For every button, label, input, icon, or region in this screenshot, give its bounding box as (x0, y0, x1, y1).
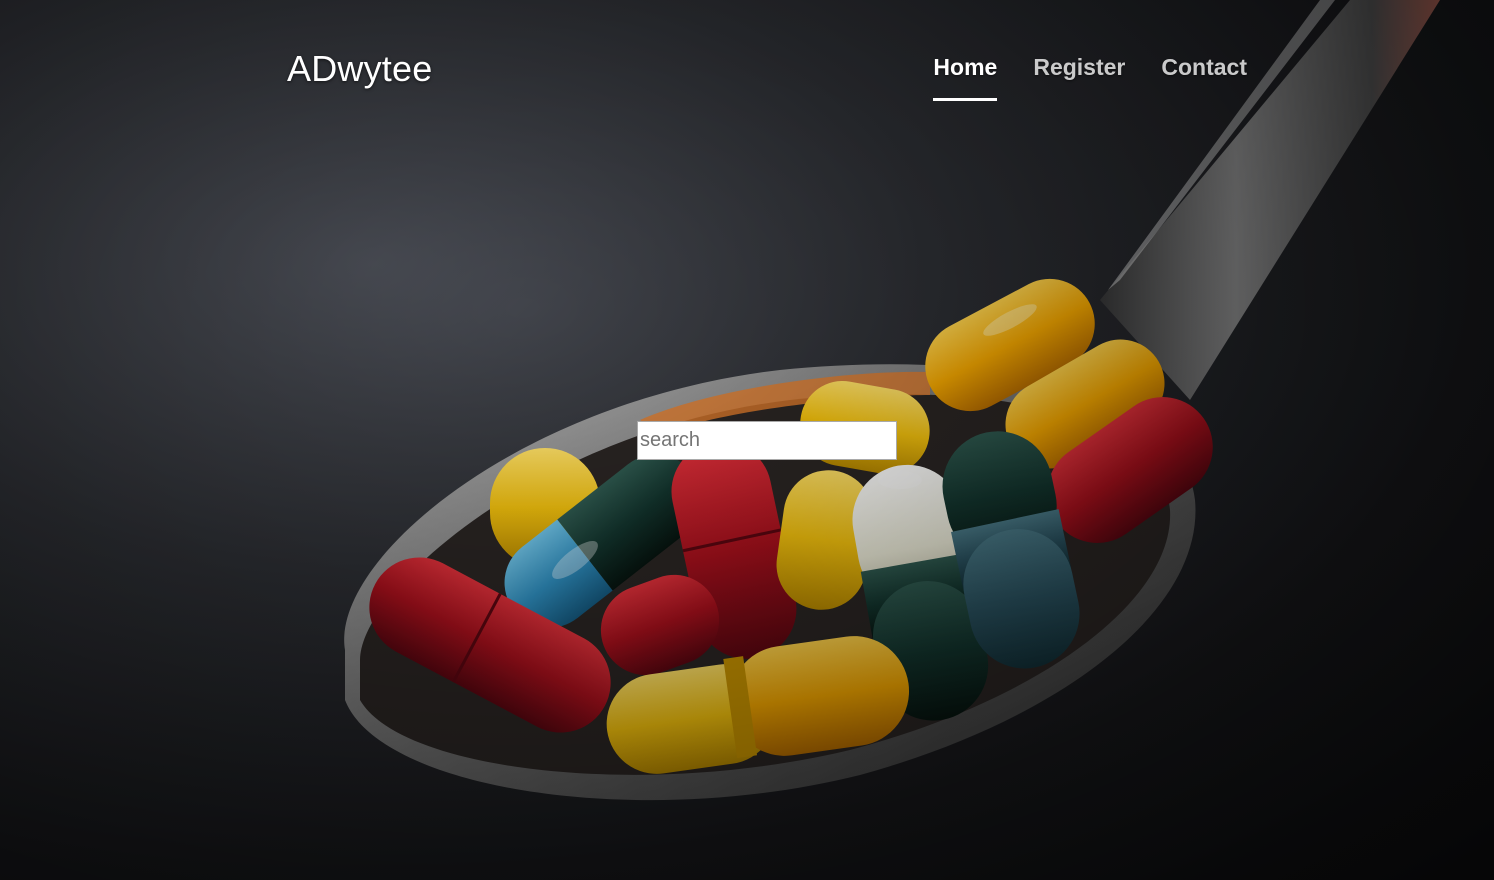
main-nav: Home Register Contact (933, 54, 1247, 101)
brand-logo[interactable]: ADwytee (287, 48, 432, 90)
nav-contact-link[interactable]: Contact (1161, 54, 1247, 101)
nav-register-link[interactable]: Register (1033, 54, 1125, 101)
nav-home-link[interactable]: Home (933, 54, 997, 101)
search-input[interactable] (637, 421, 897, 460)
landing-page: ADwytee Home Register Contact (0, 0, 1494, 880)
